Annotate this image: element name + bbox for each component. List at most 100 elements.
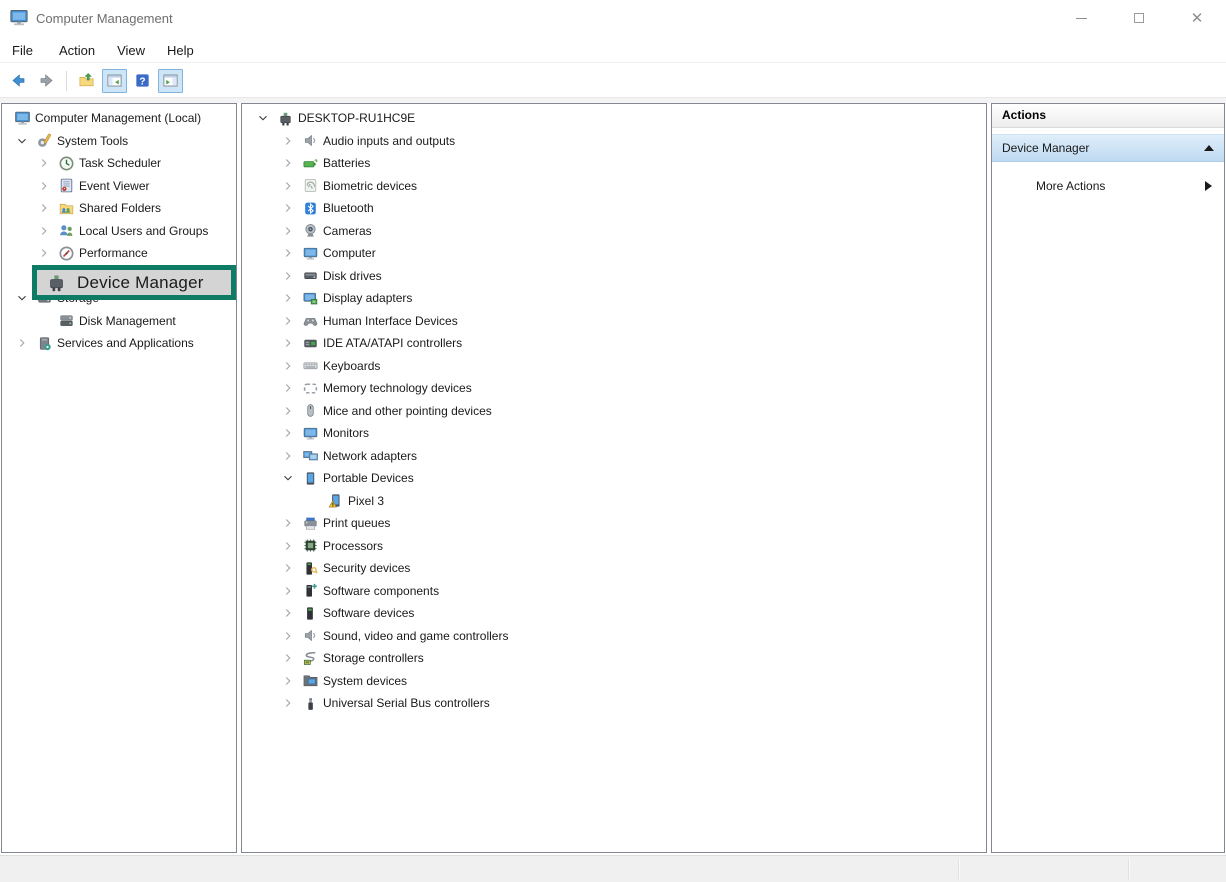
chevron-right-icon[interactable] bbox=[34, 223, 54, 239]
tree-item-task-scheduler[interactable]: Task Scheduler bbox=[2, 152, 236, 175]
tree-item-display-adapters[interactable]: Display adapters bbox=[242, 287, 986, 310]
tree-item-batteries[interactable]: Batteries bbox=[242, 152, 986, 175]
tree-item-services-and-applications[interactable]: Services and Applications bbox=[2, 332, 236, 355]
show-console-tree-button[interactable] bbox=[102, 69, 127, 93]
chevron-down-icon[interactable] bbox=[253, 110, 273, 126]
chevron-right-icon[interactable] bbox=[278, 583, 298, 599]
menu-help[interactable]: Help bbox=[157, 40, 204, 61]
more-actions-item[interactable]: More Actions bbox=[992, 175, 1224, 197]
tree-item-label: Memory technology devices bbox=[323, 381, 472, 395]
computer-management-icon bbox=[12, 110, 32, 127]
chevron-right-icon[interactable] bbox=[278, 425, 298, 441]
tree-item-content: Task Scheduler bbox=[54, 153, 163, 173]
menu-view[interactable]: View bbox=[107, 40, 155, 61]
tree-item-universal-serial-bus-controllers[interactable]: Universal Serial Bus controllers bbox=[242, 692, 986, 715]
chevron-right-icon[interactable] bbox=[278, 223, 298, 239]
forward-button[interactable] bbox=[34, 69, 59, 93]
chevron-right-icon[interactable] bbox=[278, 673, 298, 689]
tree-item-software-devices[interactable]: Software devices bbox=[242, 602, 986, 625]
tree-item-processors[interactable]: Processors bbox=[242, 535, 986, 558]
tree-item-bluetooth[interactable]: Bluetooth bbox=[242, 197, 986, 220]
chevron-right-icon[interactable] bbox=[278, 133, 298, 149]
chevron-right-icon[interactable] bbox=[278, 200, 298, 216]
tree-item-cameras[interactable]: Cameras bbox=[242, 220, 986, 243]
menu-action[interactable]: Action bbox=[49, 40, 105, 61]
close-button[interactable]: ✕ bbox=[1168, 0, 1226, 36]
chevron-right-icon[interactable] bbox=[278, 605, 298, 621]
chevron-right-icon[interactable] bbox=[34, 178, 54, 194]
chevron-right-icon[interactable] bbox=[278, 335, 298, 351]
chevron-right-icon[interactable] bbox=[278, 628, 298, 644]
chevron-right-icon[interactable] bbox=[278, 313, 298, 329]
tree-item-local-users-and-groups[interactable]: Local Users and Groups bbox=[2, 220, 236, 243]
chevron-right-icon[interactable] bbox=[278, 403, 298, 419]
chevron-down-icon[interactable] bbox=[12, 133, 32, 149]
maximize-button[interactable] bbox=[1110, 0, 1168, 36]
tree-item-disk-management[interactable]: Disk Management bbox=[2, 310, 236, 333]
chevron-right-icon[interactable] bbox=[12, 335, 32, 351]
tree-item-label: Storage controllers bbox=[323, 651, 424, 665]
menu-file[interactable]: File bbox=[12, 40, 43, 61]
tree-item-label: Computer bbox=[323, 246, 376, 260]
tree-item-biometric-devices[interactable]: Biometric devices bbox=[242, 175, 986, 198]
tree-item-network-adapters[interactable]: Network adapters bbox=[242, 445, 986, 468]
tree-item-software-components[interactable]: Software components bbox=[242, 580, 986, 603]
chevron-right-icon[interactable] bbox=[34, 200, 54, 216]
actions-section-device-manager[interactable]: Device Manager bbox=[992, 134, 1224, 162]
back-button[interactable] bbox=[6, 69, 31, 93]
tree-item-ide-ata-atapi-controllers[interactable]: IDE ATA/ATAPI controllers bbox=[242, 332, 986, 355]
tree-item-event-viewer[interactable]: Event Viewer bbox=[2, 175, 236, 198]
disk-management-icon bbox=[56, 312, 76, 329]
tree-item-label: Software devices bbox=[323, 606, 414, 620]
tree-item-content: Computer Management (Local) bbox=[10, 108, 203, 128]
chevron-right-icon[interactable] bbox=[278, 695, 298, 711]
chevron-down-icon[interactable] bbox=[12, 290, 32, 306]
tree-item-monitors[interactable]: Monitors bbox=[242, 422, 986, 445]
chevron-right-icon[interactable] bbox=[278, 538, 298, 554]
chevron-right-icon[interactable] bbox=[278, 290, 298, 306]
tree-item-system-devices[interactable]: System devices bbox=[242, 670, 986, 693]
chevron-right-icon[interactable] bbox=[278, 448, 298, 464]
actions-pane: Actions Device Manager More Actions bbox=[991, 103, 1225, 853]
chevron-right-icon[interactable] bbox=[278, 245, 298, 261]
tree-item-security-devices[interactable]: Security devices bbox=[242, 557, 986, 580]
chevron-right-icon[interactable] bbox=[278, 380, 298, 396]
collapse-section-icon[interactable] bbox=[1204, 145, 1214, 151]
tree-item-mice-and-other-pointing-devices[interactable]: Mice and other pointing devices bbox=[242, 400, 986, 423]
show-action-pane-button[interactable] bbox=[158, 69, 183, 93]
tree-item-memory-technology-devices[interactable]: Memory technology devices bbox=[242, 377, 986, 400]
chevron-down-icon[interactable] bbox=[278, 470, 298, 486]
tree-item-content: Security devices bbox=[298, 558, 412, 578]
minimize-button[interactable] bbox=[1052, 0, 1110, 36]
chevron-right-icon[interactable] bbox=[278, 155, 298, 171]
tree-item-storage-controllers[interactable]: Storage controllers bbox=[242, 647, 986, 670]
tree-item-shared-folders[interactable]: Shared Folders bbox=[2, 197, 236, 220]
tree-item-portable-devices[interactable]: Portable Devices bbox=[242, 467, 986, 490]
tree-item-performance[interactable]: Performance bbox=[2, 242, 236, 265]
tree-item-system-tools[interactable]: System Tools bbox=[2, 130, 236, 153]
chevron-right-icon[interactable] bbox=[34, 245, 54, 261]
disk-drive-icon bbox=[300, 267, 320, 284]
chevron-right-icon[interactable] bbox=[278, 358, 298, 374]
keyboard-icon bbox=[300, 357, 320, 374]
tree-item-computer-management-local[interactable]: Computer Management (Local) bbox=[2, 107, 236, 130]
tree-item-audio-inputs-and-outputs[interactable]: Audio inputs and outputs bbox=[242, 130, 986, 153]
tree-item-computer[interactable]: Computer bbox=[242, 242, 986, 265]
chevron-right-icon[interactable] bbox=[278, 650, 298, 666]
chevron-right-icon[interactable] bbox=[278, 178, 298, 194]
tree-item-human-interface-devices[interactable]: Human Interface Devices bbox=[242, 310, 986, 333]
tree-item-disk-drives[interactable]: Disk drives bbox=[242, 265, 986, 288]
tree-item-sound-video-and-game-controllers[interactable]: Sound, video and game controllers bbox=[242, 625, 986, 648]
chevron-right-icon[interactable] bbox=[34, 155, 54, 171]
chevron-right-icon[interactable] bbox=[278, 268, 298, 284]
tree-item-pixel-3[interactable]: Pixel 3 bbox=[242, 490, 986, 513]
help-button[interactable]: ? bbox=[130, 69, 155, 93]
up-one-level-button[interactable] bbox=[74, 69, 99, 93]
chevron-right-icon[interactable] bbox=[278, 560, 298, 576]
chevron-right-icon[interactable] bbox=[278, 515, 298, 531]
tree-item-desktop-ru1hc9e[interactable]: DESKTOP-RU1HC9E bbox=[242, 107, 986, 130]
tree-item-keyboards[interactable]: Keyboards bbox=[242, 355, 986, 378]
tree-item-print-queues[interactable]: Print queues bbox=[242, 512, 986, 535]
printer-icon bbox=[300, 515, 320, 532]
console-tree-pane: Computer Management (Local)System ToolsT… bbox=[1, 103, 237, 853]
